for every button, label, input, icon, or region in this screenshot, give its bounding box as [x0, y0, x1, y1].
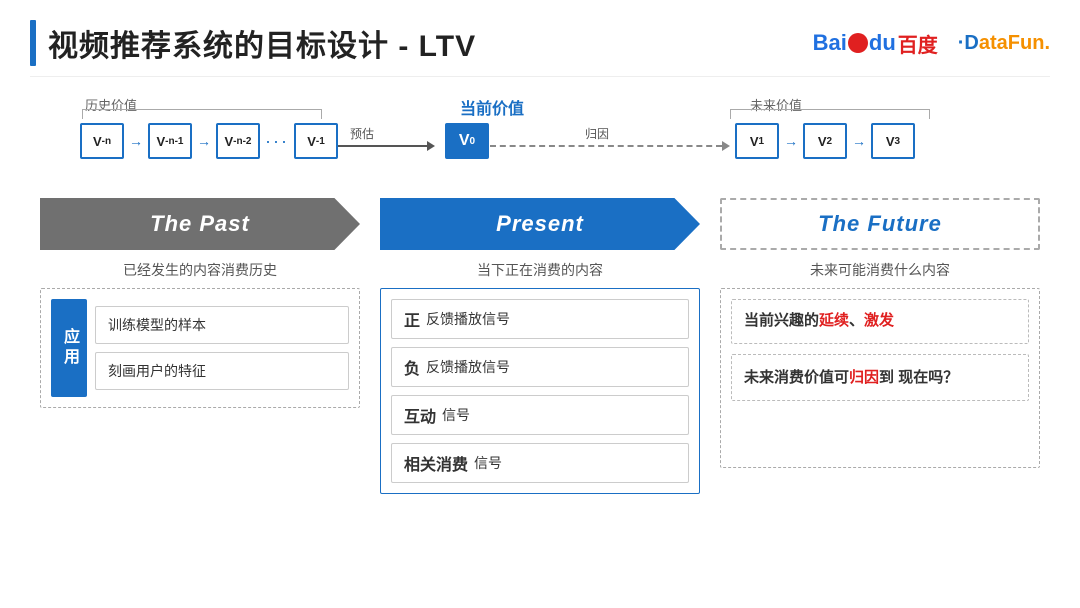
- baidu-text: Baidu: [813, 30, 896, 56]
- v-box-n1: V-n-1: [148, 123, 192, 159]
- past-header: The Past: [40, 198, 360, 250]
- baidu-chinese: 百度: [898, 29, 938, 58]
- arrow-to-present: [325, 141, 435, 151]
- past-title: The Past: [150, 211, 250, 237]
- sections: The Past 已经发生的内容消费历史 应用 训练模型的样本 刻画用户的特征 …: [30, 198, 1050, 494]
- v-box-n: V-n: [80, 123, 124, 159]
- present-item-1: 正 反馈播放信号: [391, 299, 689, 339]
- future-content: 当前兴趣的延续、激发 未来消费价值可归因到 现在吗？: [720, 288, 1040, 468]
- future-title: The Future: [818, 211, 942, 237]
- header: 视频推荐系统的目标设计 - LTV Baidu 百度 ·DataFun.: [30, 20, 1050, 77]
- timeline: 历史价值 当前价值 未来价值 V-n → V-n-1 → V-n-2 ··· V…: [30, 95, 1050, 190]
- past-item-1: 训练模型的样本: [95, 306, 349, 344]
- future-v-group: V1 → V2 → V3: [735, 123, 915, 159]
- past-items: 训练模型的样本 刻画用户的特征: [95, 299, 349, 397]
- v-box-0: V0: [445, 123, 489, 159]
- past-tag: 应用: [51, 299, 87, 397]
- past-content: 应用 训练模型的样本 刻画用户的特征: [40, 288, 360, 408]
- title-bar: 视频推荐系统的目标设计 - LTV: [30, 20, 476, 66]
- label-current: 当前价值: [460, 95, 524, 119]
- past-section: The Past 已经发生的内容消费历史 应用 训练模型的样本 刻画用户的特征: [30, 198, 370, 408]
- future-item-1: 当前兴趣的延续、激发: [731, 299, 1029, 344]
- baidu-paw-icon: [848, 33, 868, 53]
- present-content: 正 反馈播放信号 负 反馈播放信号 互动 信号 相关消费 信号: [380, 288, 700, 494]
- page-title: 视频推荐系统的目标设计 - LTV: [48, 21, 476, 65]
- datafun-logo: ·DataFun.: [958, 32, 1050, 55]
- past-subtitle: 已经发生的内容消费历史: [123, 260, 277, 280]
- v-box-minus1: V-1: [294, 123, 338, 159]
- page: 视频推荐系统的目标设计 - LTV Baidu 百度 ·DataFun. 历史价…: [0, 0, 1080, 608]
- v-box-n2: V-n-2: [216, 123, 260, 159]
- past-v-group: V-n → V-n-1 → V-n-2 ··· V-1: [80, 123, 338, 159]
- baidu-logo: Baidu 百度: [813, 29, 938, 58]
- present-item-4: 相关消费 信号: [391, 443, 689, 483]
- present-item-3: 互动 信号: [391, 395, 689, 435]
- future-subtitle: 未来可能消费什么内容: [810, 260, 950, 280]
- label-predict: 预估: [350, 125, 374, 142]
- present-title: Present: [496, 211, 584, 237]
- past-item-2: 刻画用户的特征: [95, 352, 349, 390]
- future-bracket: [730, 109, 930, 119]
- present-section: Present 当下正在消费的内容 正 反馈播放信号 负 反馈播放信号 互动 信…: [370, 198, 710, 494]
- v-box-2: V2: [803, 123, 847, 159]
- future-item-2: 未来消费价值可归因到 现在吗？: [731, 354, 1029, 402]
- future-header: The Future: [720, 198, 1040, 250]
- title-accent: [30, 20, 36, 66]
- logo-area: Baidu 百度 ·DataFun.: [813, 29, 1050, 58]
- present-item-2: 负 反馈播放信号: [391, 347, 689, 387]
- future-section: The Future 未来可能消费什么内容 当前兴趣的延续、激发 未来消费价值可…: [710, 198, 1050, 468]
- v-box-3: V3: [871, 123, 915, 159]
- present-subtitle: 当下正在消费的内容: [477, 260, 603, 280]
- past-bracket: [82, 109, 322, 119]
- arrow-to-future: [490, 141, 730, 151]
- label-attribute: 归因: [585, 125, 609, 142]
- present-header: Present: [380, 198, 700, 250]
- v-box-1: V1: [735, 123, 779, 159]
